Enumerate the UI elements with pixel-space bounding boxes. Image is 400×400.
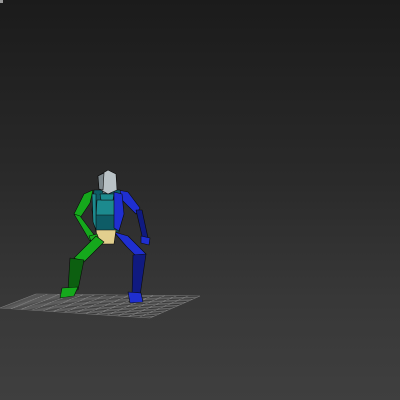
- biped-torso-left-side: [91, 193, 97, 231]
- 3d-viewport[interactable]: [0, 0, 400, 400]
- biped-left-calf[interactable]: [67, 257, 85, 291]
- biped-left-foot[interactable]: [59, 286, 79, 299]
- biped-right-hand[interactable]: [140, 235, 151, 246]
- ground-grid-line: [139, 295, 189, 318]
- biped-right-foot[interactable]: [127, 291, 144, 304]
- biped-head-shade: [97, 172, 105, 191]
- biped-figure[interactable]: [59, 169, 151, 304]
- biped-right-calf[interactable]: [131, 253, 147, 297]
- biped-left-upper-arm[interactable]: [73, 189, 94, 219]
- biped-torso-right-side: [113, 191, 125, 232]
- ground-grid: [0, 293, 201, 319]
- biped-chest-plate: [99, 193, 115, 201]
- biped-right-forearm[interactable]: [135, 209, 149, 241]
- ground-grid-line: [149, 295, 201, 319]
- viewport-scene[interactable]: [0, 0, 400, 400]
